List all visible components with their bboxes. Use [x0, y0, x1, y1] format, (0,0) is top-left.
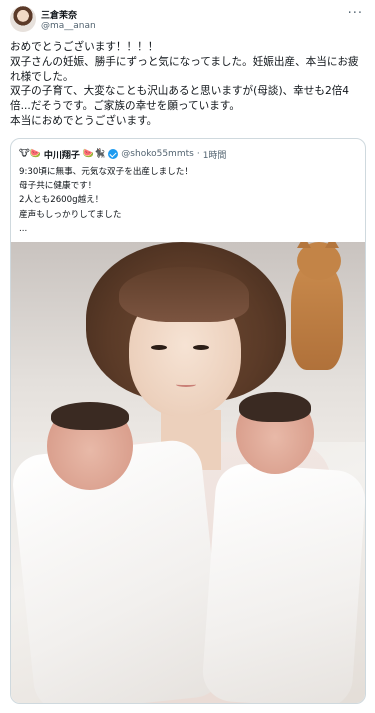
quoted-line: 9:30頃に無事、元気な双子を出産しました！: [19, 167, 193, 177]
baby-blanket-right: [200, 462, 365, 703]
more-icon[interactable]: ···: [348, 6, 363, 21]
baby-hair-left: [51, 402, 129, 430]
tweet-line: 双子さんの妊娠、勝手にずっと気になってました。妊娠出産、本当にお疲: [10, 55, 359, 68]
mother-mouth: [176, 382, 196, 387]
quoted-tweet-photo[interactable]: [11, 242, 365, 703]
cat-ear: [325, 242, 339, 248]
quoted-line: 2人とも2600g越え！: [19, 195, 104, 206]
quoted-timestamp[interactable]: 1時間: [203, 148, 227, 161]
verified-badge-icon: [108, 149, 119, 159]
tweet-line: れ様でした。: [10, 70, 74, 83]
author-name[interactable]: 三倉茉奈: [41, 8, 77, 21]
author-handle[interactable]: @ma__anan: [41, 21, 96, 31]
mother-eye: [193, 345, 209, 350]
quoted-author-handle[interactable]: @shoko55mmts: [121, 149, 194, 159]
quoted-tweet-header: 🐮🍉 中川翔子 🍉🐈‍⬛ @shoko55mmts · 1時間: [19, 147, 226, 161]
quoted-name-emoji-prefix: 🐮🍉: [19, 149, 41, 159]
baby-hair-right: [239, 392, 311, 422]
mother-eye: [151, 345, 167, 350]
quoted-line: 産声もしっかりしてました: [19, 209, 122, 220]
tweet-header: 三倉茉奈 @ma__anan ···: [10, 6, 365, 36]
tweet-line: 倍...だそうです。ご家族の幸せを願っています。: [10, 100, 240, 113]
cat-cutout: [291, 242, 349, 370]
tweet-line: 本当におめでとうございます。: [10, 114, 158, 127]
quoted-author-name[interactable]: 中川翔子: [44, 148, 80, 161]
mother-bangs: [119, 267, 249, 322]
quoted-separator: ·: [196, 149, 200, 159]
quoted-tweet-card[interactable]: 🐮🍉 中川翔子 🍉🐈‍⬛ @shoko55mmts · 1時間 9:30頃に無事…: [10, 138, 366, 704]
tweet-line: おめでとうございます！！！！: [10, 41, 159, 53]
tweet-line: 双子の子育て、大変なことも沢山あると思いますが(母談)、幸せも2倍4: [10, 85, 350, 98]
tweet-text: おめでとうございます！！！！ 双子さんの妊娠、勝手にずっと気になってました。妊娠…: [10, 40, 368, 129]
quoted-line: ...: [19, 223, 28, 234]
quoted-name-emoji-suffix: 🍉🐈‍⬛: [82, 149, 106, 159]
quoted-line: 母子共に健康です！: [19, 181, 97, 192]
cat-ear: [297, 242, 311, 248]
author-avatar[interactable]: [10, 6, 36, 32]
quoted-tweet-text: 9:30頃に無事、元気な双子を出産しました！ 母子共に健康です！ 2人とも260…: [19, 165, 193, 236]
